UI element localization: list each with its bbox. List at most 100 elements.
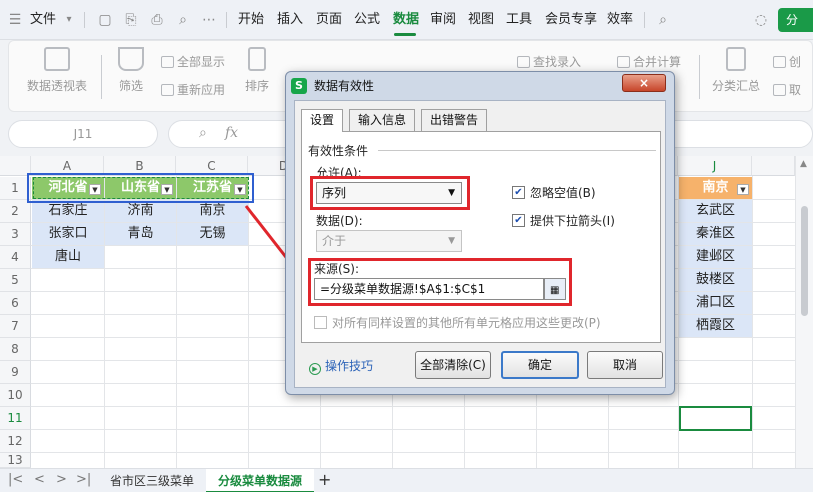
row-header-5[interactable]: 5 bbox=[0, 269, 31, 292]
tab-efficiency[interactable]: 效率 bbox=[607, 0, 633, 40]
cell-j3[interactable]: 秦淮区 bbox=[679, 223, 752, 245]
divider bbox=[226, 12, 227, 28]
tab-insert[interactable]: 插入 bbox=[277, 0, 303, 40]
reapply-button[interactable]: 重新应用 bbox=[161, 81, 225, 98]
cell-j2[interactable]: 玄武区 bbox=[679, 200, 752, 222]
next-sheet-icon[interactable]: > bbox=[56, 472, 67, 487]
fx-icon[interactable]: fx bbox=[225, 125, 238, 141]
first-sheet-icon[interactable]: |< bbox=[8, 472, 23, 487]
tab-view[interactable]: 视图 bbox=[468, 0, 494, 40]
close-button[interactable]: × bbox=[622, 74, 666, 92]
active-tab-indicator bbox=[394, 33, 416, 36]
tab-formula[interactable]: 公式 bbox=[354, 0, 380, 40]
show-all-label: 全部显示 bbox=[177, 55, 226, 69]
scroll-up-icon[interactable]: ▲ bbox=[800, 159, 807, 169]
cell-j6[interactable]: 浦口区 bbox=[679, 292, 752, 314]
row-header-6[interactable]: 6 bbox=[0, 292, 31, 315]
merge-calc-button[interactable]: 合并计算 bbox=[617, 53, 681, 70]
tab-home[interactable]: 开始 bbox=[238, 0, 264, 40]
tab-input-message[interactable]: 输入信息 bbox=[349, 109, 416, 131]
zoom-icon[interactable]: ⌕ bbox=[199, 125, 207, 141]
filter-dropdown-j1[interactable]: ▼ bbox=[737, 184, 749, 195]
name-box[interactable]: J11 bbox=[8, 120, 158, 148]
tips-link[interactable]: ▶ 操作技巧 bbox=[309, 357, 373, 375]
tab-member[interactable]: 会员专享 bbox=[545, 0, 597, 40]
row-header-13[interactable]: 13 bbox=[0, 453, 31, 468]
pivot-table-button[interactable]: 数据透视表 bbox=[25, 47, 89, 94]
search-icon[interactable]: ⌕ bbox=[654, 11, 672, 29]
row-header-12[interactable]: 12 bbox=[0, 430, 31, 453]
cell-c3[interactable]: 无锡 bbox=[177, 223, 248, 245]
row-header-11[interactable]: 11 bbox=[0, 407, 31, 430]
row-header-10[interactable]: 10 bbox=[0, 384, 31, 407]
share-button[interactable]: 分 bbox=[778, 8, 813, 32]
tab-review[interactable]: 审阅 bbox=[430, 0, 456, 40]
dialog-body: 设置 输入信息 出错警告 有效性条件 允许(A): 序列 ▼ ✔ 忽略空值(B)… bbox=[294, 100, 666, 388]
column-header-j[interactable]: J bbox=[678, 156, 752, 176]
active-cell-j11[interactable] bbox=[679, 406, 752, 431]
ungroup-button[interactable]: 取 bbox=[773, 81, 801, 98]
more-icon[interactable]: ⋯ bbox=[200, 11, 218, 29]
cell-j7[interactable]: 栖霞区 bbox=[679, 315, 752, 337]
reapply-label: 重新应用 bbox=[177, 83, 226, 97]
show-all-button[interactable]: 全部显示 bbox=[161, 53, 225, 70]
preview-icon[interactable]: ⌕ bbox=[174, 11, 192, 29]
cell-a2[interactable]: 石家庄 bbox=[32, 200, 104, 222]
play-icon: ▶ bbox=[309, 363, 321, 375]
menu-icon[interactable]: ☰ bbox=[6, 11, 24, 29]
row-header-7[interactable]: 7 bbox=[0, 315, 31, 338]
scrollbar-thumb[interactable] bbox=[801, 206, 808, 316]
cancel-button[interactable]: 取消 bbox=[587, 351, 663, 379]
sort-button[interactable]: 排序 bbox=[237, 47, 277, 94]
prev-sheet-icon[interactable]: < bbox=[34, 472, 45, 487]
row-header-9[interactable]: 9 bbox=[0, 361, 31, 384]
row-header-2[interactable]: 2 bbox=[0, 200, 31, 223]
chat-icon[interactable]: ◌ bbox=[752, 11, 770, 29]
sheet-tab-cascade-menu[interactable]: 省市区三级菜单 bbox=[98, 469, 206, 492]
cell-c2[interactable]: 南京 bbox=[177, 200, 248, 222]
merge-calc-icon bbox=[617, 56, 630, 68]
divider bbox=[699, 55, 700, 99]
export-icon[interactable]: ⎘ bbox=[122, 11, 140, 29]
save-icon[interactable]: ▢ bbox=[96, 11, 114, 29]
grid-line bbox=[752, 176, 753, 468]
sheet-tab-data-source[interactable]: 分级菜单数据源 bbox=[206, 469, 315, 492]
cell-a3[interactable]: 张家口 bbox=[32, 223, 104, 245]
ignore-blank-checkbox[interactable]: ✔ bbox=[512, 186, 525, 199]
clear-all-button[interactable]: 全部清除(C) bbox=[415, 351, 491, 379]
last-sheet-icon[interactable]: >| bbox=[76, 472, 91, 487]
cell-j4[interactable]: 建邺区 bbox=[679, 246, 752, 268]
tab-settings[interactable]: 设置 bbox=[301, 109, 344, 132]
vertical-scrollbar[interactable]: ▲ bbox=[795, 156, 813, 468]
column-header-k[interactable] bbox=[752, 156, 795, 176]
add-sheet-button[interactable]: + bbox=[318, 470, 331, 489]
ungroup-label: 取 bbox=[789, 83, 802, 97]
sheet-tab-bar: |< < > >| 省市区三级菜单 分级菜单数据源 + bbox=[0, 468, 813, 492]
row-header-3[interactable]: 3 bbox=[0, 223, 31, 246]
ok-button[interactable]: 确定 bbox=[501, 351, 579, 379]
in-cell-dropdown-checkbox[interactable]: ✔ bbox=[512, 214, 525, 227]
tab-error-alert[interactable]: 出错警告 bbox=[421, 109, 488, 131]
sort-icon bbox=[248, 47, 266, 71]
row-header-8[interactable]: 8 bbox=[0, 338, 31, 361]
print-icon[interactable]: ⎙ bbox=[148, 11, 166, 29]
tab-page[interactable]: 页面 bbox=[316, 0, 342, 40]
find-entry-label: 查找录入 bbox=[533, 55, 582, 69]
data-validation-dialog: S 数据有效性 × 设置 输入信息 出错警告 有效性条件 允许(A): 序列 ▼… bbox=[285, 71, 675, 395]
row-header-4[interactable]: 4 bbox=[0, 246, 31, 269]
find-entry-button[interactable]: 查找录入 bbox=[517, 53, 581, 70]
apply-all-checkbox bbox=[314, 316, 327, 329]
filter-button[interactable]: 筛选 bbox=[111, 47, 151, 94]
chevron-down-icon[interactable]: ▾ bbox=[60, 11, 78, 29]
create-group-button[interactable]: 创 bbox=[773, 53, 801, 70]
cell-b3[interactable]: 青岛 bbox=[105, 223, 176, 245]
cell-j5[interactable]: 鼓楼区 bbox=[679, 269, 752, 291]
in-cell-dropdown-label: 提供下拉箭头(I) bbox=[530, 214, 615, 228]
pivot-table-icon bbox=[44, 47, 70, 71]
cell-a4[interactable]: 唐山 bbox=[32, 246, 104, 268]
subtotal-button[interactable]: 分类汇总 bbox=[707, 47, 765, 94]
file-menu[interactable]: 文件 bbox=[30, 0, 56, 40]
sort-label: 排序 bbox=[244, 79, 269, 93]
cell-b2[interactable]: 济南 bbox=[105, 200, 176, 222]
tab-tools[interactable]: 工具 bbox=[506, 0, 532, 40]
